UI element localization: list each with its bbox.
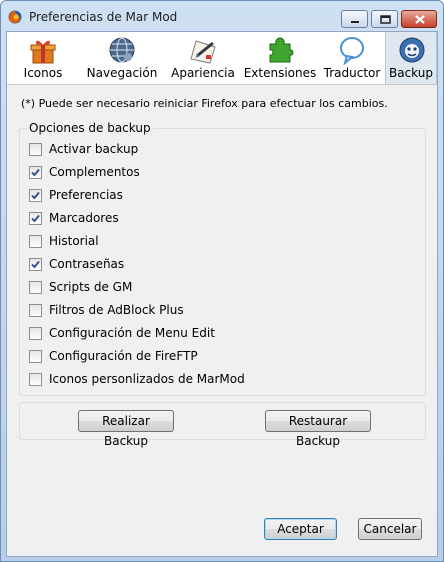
- backup-actions-group: Realizar Backup Restaurar Backup: [19, 402, 426, 448]
- perform-backup-button[interactable]: Realizar Backup: [78, 410, 174, 448]
- checkbox-checked[interactable]: [29, 212, 42, 225]
- gift-box-icon: [30, 40, 56, 64]
- checkmark-icon: [31, 168, 40, 177]
- maximize-icon: [380, 15, 391, 24]
- close-button[interactable]: [401, 10, 437, 28]
- checkmark-icon: [31, 191, 40, 200]
- tab-traductor-label: Traductor: [323, 66, 381, 80]
- preferences-toolbar: Iconos Navegación Apariencia Extensiones…: [7, 32, 437, 85]
- tab-navegacion[interactable]: Navegación: [79, 32, 165, 84]
- backup-option-label: Activar backup: [49, 142, 139, 156]
- backup-option-label: Configuración de Menu Edit: [49, 326, 215, 340]
- backup-option-label: Marcadores: [49, 211, 119, 225]
- tab-backup[interactable]: Backup: [385, 32, 437, 84]
- group-label: Opciones de backup: [27, 121, 153, 135]
- close-icon: [415, 15, 425, 24]
- backup-icon: [399, 37, 425, 63]
- checkmark-icon: [31, 214, 40, 223]
- tab-extensiones[interactable]: Extensiones: [241, 32, 319, 84]
- maximize-button[interactable]: [371, 10, 398, 28]
- checkbox-unchecked[interactable]: [29, 143, 42, 156]
- accept-button[interactable]: Aceptar: [264, 518, 337, 540]
- checkmark-icon: [31, 260, 40, 269]
- checkbox-unchecked[interactable]: [29, 235, 42, 248]
- backup-option-label: Configuración de FireFTP: [49, 349, 198, 363]
- speech-bubble-icon: [340, 37, 364, 65]
- tab-backup-label: Backup: [389, 66, 433, 80]
- firefox-icon: [8, 10, 22, 24]
- tab-navegacion-label: Navegación: [86, 66, 158, 80]
- minimize-button[interactable]: [341, 10, 368, 28]
- cancel-button[interactable]: Cancelar: [358, 518, 422, 540]
- backup-option-label: Filtros de AdBlock Plus: [49, 303, 184, 317]
- backup-option-label: Historial: [49, 234, 99, 248]
- tab-apariencia[interactable]: Apariencia: [165, 32, 241, 84]
- checkbox-unchecked[interactable]: [29, 281, 42, 294]
- checkbox-checked[interactable]: [29, 258, 42, 271]
- checkbox-checked[interactable]: [29, 189, 42, 202]
- tab-traductor[interactable]: Traductor: [319, 32, 385, 84]
- globe-icon: [109, 37, 135, 63]
- backup-option-label: Contraseñas: [49, 257, 125, 271]
- checkbox-unchecked[interactable]: [29, 373, 42, 386]
- restart-notice: (*) Puede ser necesario reiniciar Firefo…: [21, 97, 388, 110]
- checkbox-unchecked[interactable]: [29, 327, 42, 340]
- backup-option-label: Complementos: [49, 165, 140, 179]
- tab-iconos[interactable]: Iconos: [7, 32, 79, 84]
- backup-option-label: Scripts de GM: [49, 280, 133, 294]
- tab-apariencia-label: Apariencia: [171, 66, 235, 80]
- tab-extensiones-label: Extensiones: [243, 66, 317, 80]
- minimize-icon: [351, 21, 359, 23]
- title-bar[interactable]: Preferencias de Mar Mod: [1, 1, 443, 31]
- checkbox-checked[interactable]: [29, 166, 42, 179]
- puzzle-icon: [269, 37, 294, 63]
- restore-backup-button[interactable]: Restaurar Backup: [265, 410, 371, 448]
- window-title: Preferencias de Mar Mod: [29, 10, 178, 24]
- backup-option-label: Iconos personlizados de MarMod: [49, 372, 245, 386]
- paint-brush-icon: [190, 40, 216, 64]
- preferences-window: Preferencias de Mar Mod Iconos Navegació…: [0, 0, 444, 562]
- tab-iconos-label: Iconos: [23, 66, 63, 80]
- checkbox-unchecked[interactable]: [29, 304, 42, 317]
- backup-option-label: Preferencias: [49, 188, 123, 202]
- checkbox-unchecked[interactable]: [29, 350, 42, 363]
- dialog-body: Iconos Navegación Apariencia Extensiones…: [6, 31, 438, 557]
